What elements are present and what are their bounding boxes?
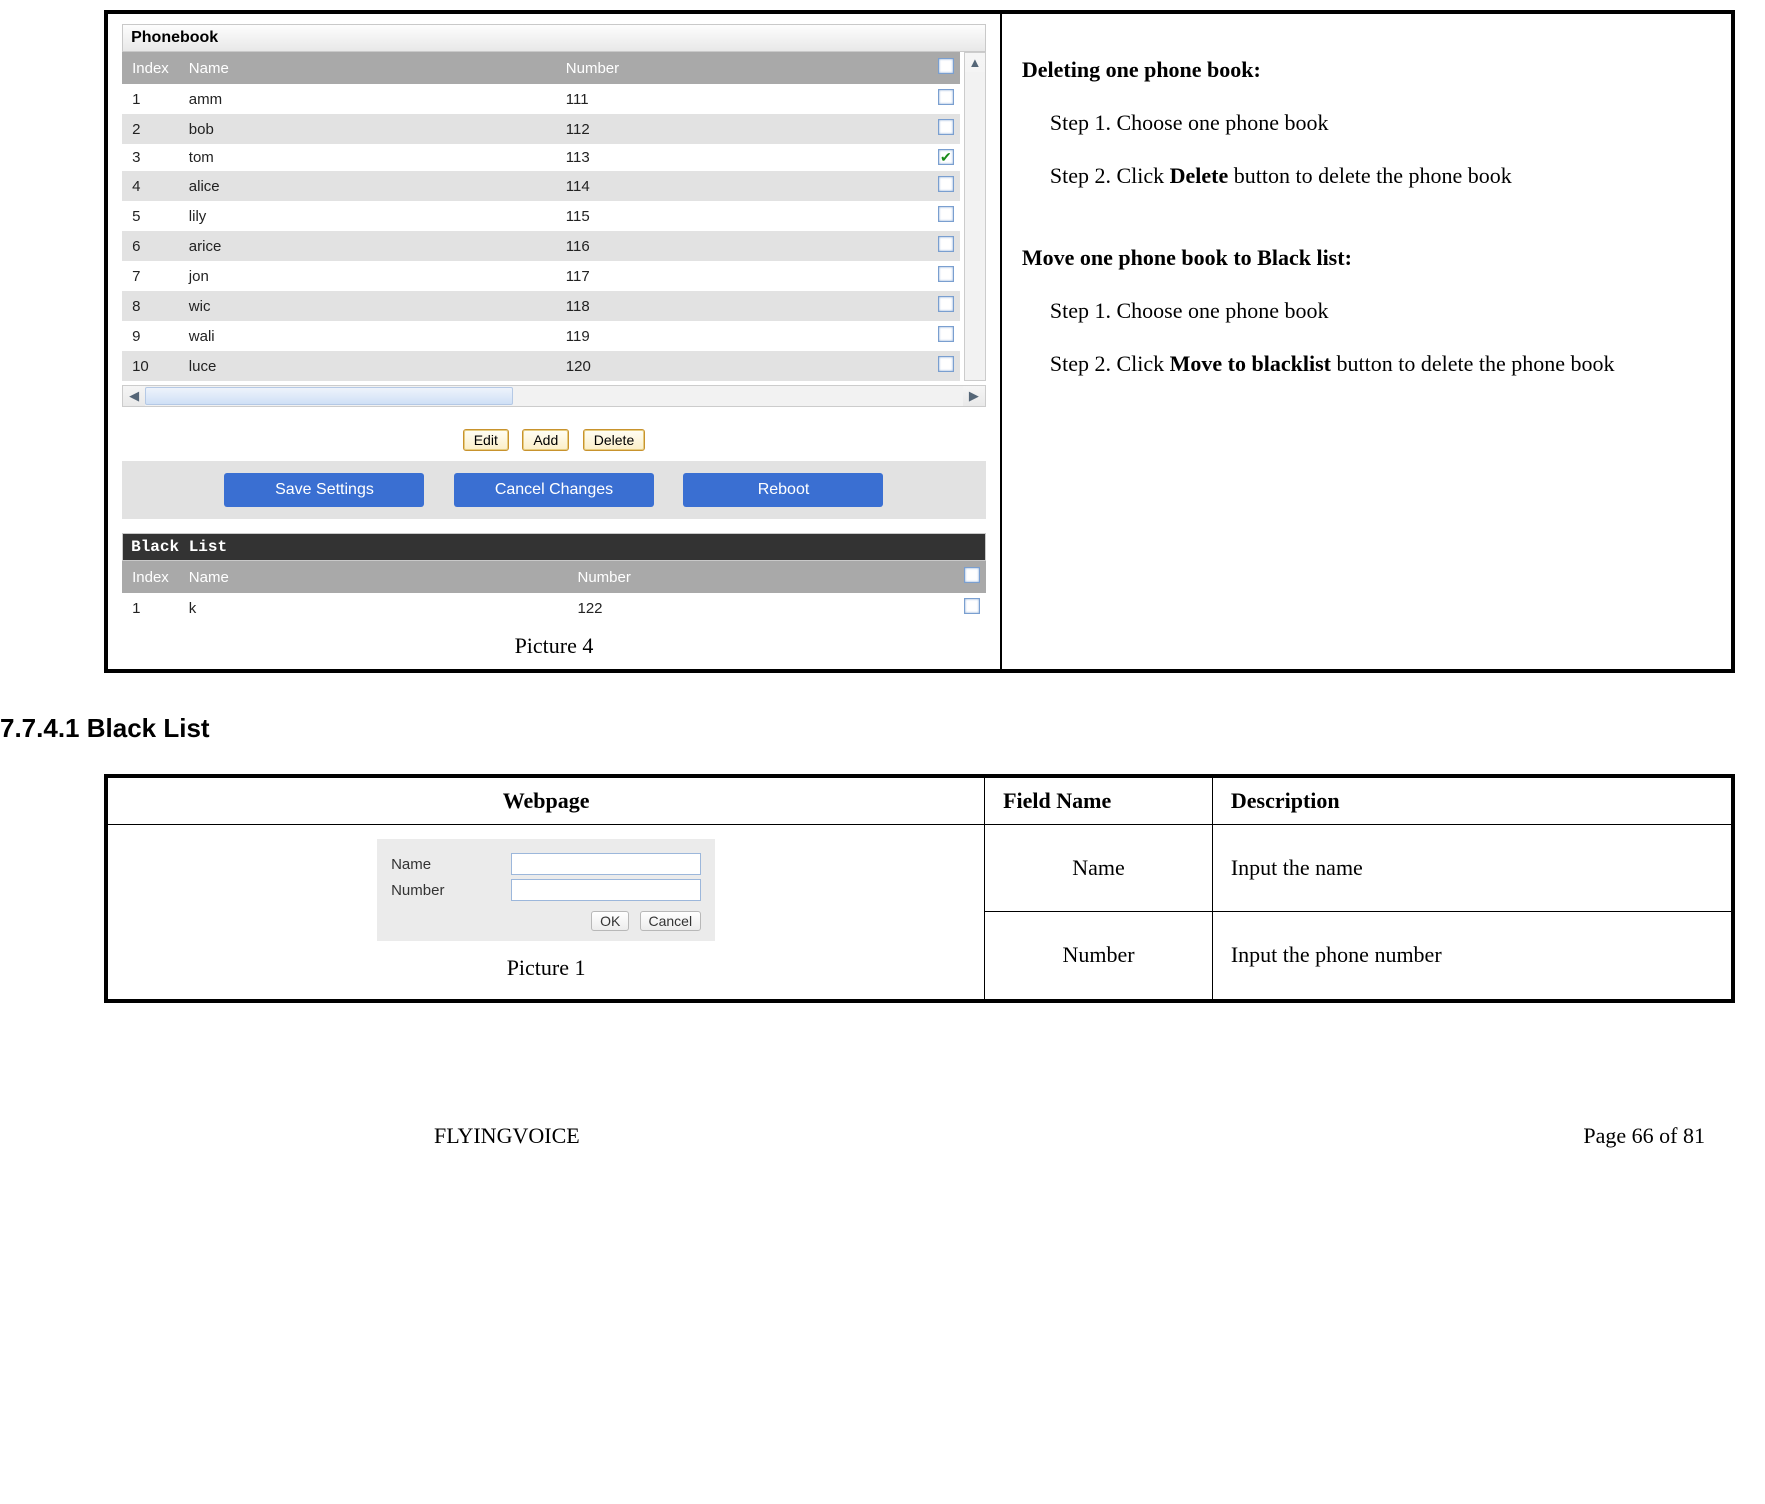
blacklist-panel-title: Black List <box>122 533 986 561</box>
move-step1: Step 1. Choose one phone book <box>1022 285 1711 338</box>
cancel-button[interactable]: Cancel <box>640 911 702 931</box>
blacklist-th-index: Index <box>122 561 179 593</box>
move-step2: Step 2. Click Move to blacklist button t… <box>1022 338 1711 391</box>
move-heading: Move one phone book to Black list: <box>1022 245 1352 270</box>
scroll-thumb[interactable] <box>145 387 513 405</box>
phonebook-th-check <box>926 52 960 84</box>
def-description: Input the phone number <box>1212 911 1733 1001</box>
def-field-name: Name <box>985 825 1213 912</box>
form-number-input[interactable] <box>511 879 701 901</box>
phonebook-th-index: Index <box>122 52 179 84</box>
section-heading: 7.7.4.1 Black List <box>0 713 1735 744</box>
table-row: 2 bob 112 <box>122 114 960 144</box>
blacklist-th-number: Number <box>567 561 951 593</box>
table-row: 1 k 122 <box>122 593 986 623</box>
add-button[interactable]: Add <box>522 429 569 451</box>
form-name-input[interactable] <box>511 853 701 875</box>
phonebook-th-number: Number <box>556 52 926 84</box>
table-row: 5 lily 115 <box>122 201 960 231</box>
footer-brand: FLYINGVOICE <box>434 1123 580 1149</box>
edit-button[interactable]: Edit <box>463 429 509 451</box>
checkbox-icon[interactable] <box>938 58 954 74</box>
cancel-changes-button[interactable]: Cancel Changes <box>454 473 654 507</box>
phonebook-table: Index Name Number 1 amm 111 <box>122 52 960 381</box>
footer-page: Page 66 of 81 <box>1583 1123 1705 1149</box>
checkbox-icon[interactable] <box>964 567 980 583</box>
scroll-left-icon[interactable]: ◀ <box>123 388 145 404</box>
phonebook-edit-buttons: Edit Add Delete <box>122 407 986 461</box>
checkbox-icon[interactable] <box>938 236 954 252</box>
ok-button[interactable]: OK <box>591 911 629 931</box>
blacklist-th-name: Name <box>179 561 568 593</box>
def-th-webpage: Webpage <box>106 776 985 825</box>
def-webpage-cell: Name Number OK Cancel Picture 1 <box>106 825 985 1002</box>
picture1-caption: Picture 1 <box>118 955 974 981</box>
blacklist-form-box: Name Number OK Cancel <box>377 839 715 941</box>
vertical-scrollbar[interactable]: ▲ <box>964 52 986 381</box>
checkbox-icon[interactable] <box>938 326 954 342</box>
table-row: 10 luce 120 <box>122 351 960 381</box>
def-description: Input the name <box>1212 825 1733 912</box>
checkbox-icon[interactable] <box>938 296 954 312</box>
page-footer: FLYINGVOICE Page 66 of 81 <box>0 1123 1735 1149</box>
table-row: 1 amm 111 <box>122 84 960 114</box>
phonebook-panel-title: Phonebook <box>122 24 986 52</box>
blacklist-definition-table: Webpage Field Name Description Name Numb… <box>104 774 1735 1003</box>
def-th-fieldname: Field Name <box>985 776 1213 825</box>
scroll-right-icon[interactable]: ▶ <box>963 388 985 404</box>
horizontal-scrollbar[interactable]: ◀ ▶ <box>122 385 986 407</box>
table-row: 4 alice 114 <box>122 171 960 201</box>
reboot-button[interactable]: Reboot <box>683 473 883 507</box>
table-row: 9 wali 119 <box>122 321 960 351</box>
save-settings-button[interactable]: Save Settings <box>224 473 424 507</box>
picture4-caption: Picture 4 <box>122 633 986 659</box>
scroll-track[interactable] <box>965 72 985 380</box>
checkbox-icon[interactable] <box>938 149 954 165</box>
form-name-label: Name <box>391 856 511 873</box>
table-row: 7 jon 117 <box>122 261 960 291</box>
phonebook-screenshot-cell: Phonebook Index Name Number 1 <box>106 12 1001 671</box>
delete-button[interactable]: Delete <box>583 429 645 451</box>
table-row: 3 tom 113 <box>122 144 960 171</box>
instructions-cell: Deleting one phone book: Step 1. Choose … <box>1001 12 1733 671</box>
checkbox-icon[interactable] <box>938 176 954 192</box>
table-row: 8 wic 118 <box>122 291 960 321</box>
checkbox-icon[interactable] <box>938 356 954 372</box>
def-th-description: Description <box>1212 776 1733 825</box>
checkbox-icon[interactable] <box>964 598 980 614</box>
action-bar: Save Settings Cancel Changes Reboot <box>122 461 986 519</box>
delete-heading: Deleting one phone book: <box>1022 57 1261 82</box>
checkbox-icon[interactable] <box>938 89 954 105</box>
delete-step2: Step 2. Click Delete button to delete th… <box>1022 150 1711 203</box>
scroll-up-icon[interactable]: ▲ <box>968 53 981 72</box>
phonebook-th-name: Name <box>179 52 556 84</box>
delete-step1: Step 1. Choose one phone book <box>1022 97 1711 150</box>
checkbox-icon[interactable] <box>938 266 954 282</box>
checkbox-icon[interactable] <box>938 119 954 135</box>
table-row: 6 arice 116 <box>122 231 960 261</box>
def-field-name: Number <box>985 911 1213 1001</box>
blacklist-table: Index Name Number 1 k 122 <box>122 561 986 623</box>
scroll-track[interactable] <box>145 386 963 406</box>
form-number-label: Number <box>391 882 511 899</box>
phonebook-instruction-table: Phonebook Index Name Number 1 <box>104 10 1735 673</box>
blacklist-th-check <box>952 561 986 593</box>
checkbox-icon[interactable] <box>938 206 954 222</box>
